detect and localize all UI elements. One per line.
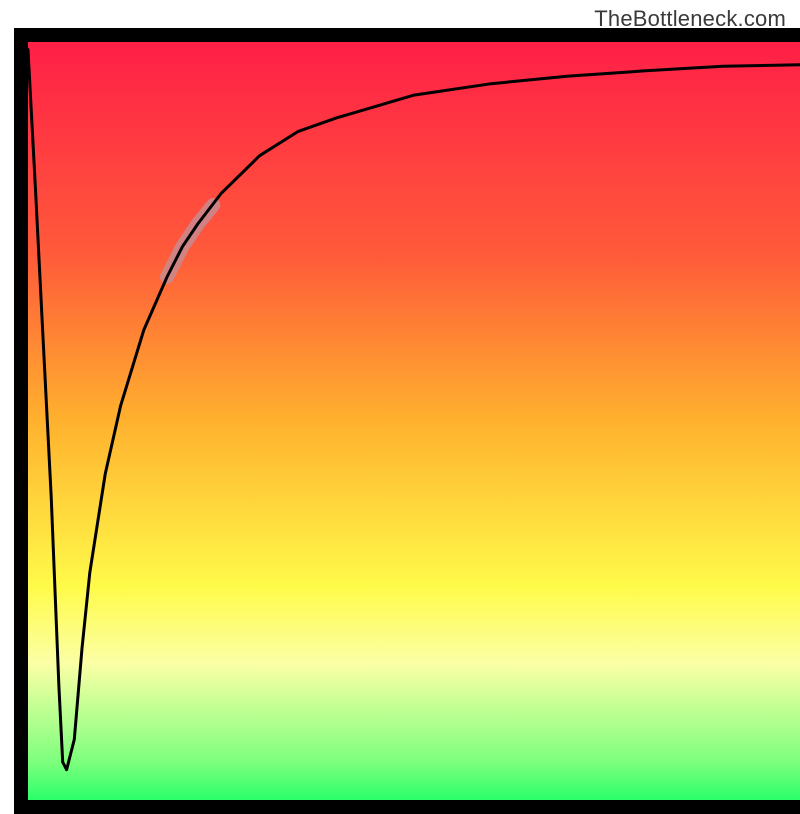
bottleneck-curve: [28, 50, 800, 770]
curve-layer: [28, 42, 800, 800]
plot-area: [14, 28, 800, 814]
chart-frame: TheBottleneck.com: [0, 0, 800, 800]
